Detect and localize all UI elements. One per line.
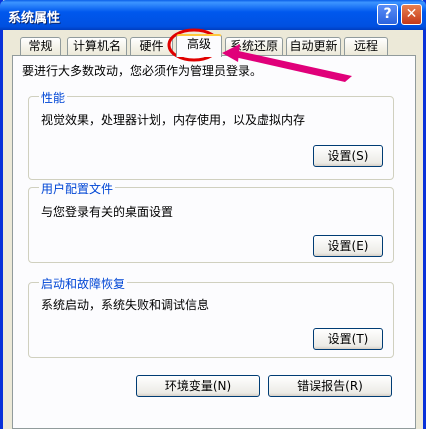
tab-advanced[interactable]: 高级 — [176, 34, 222, 57]
help-button[interactable]: ? — [377, 4, 398, 25]
admin-notice: 要进行大多数改动，您必须作为管理员登录。 — [22, 64, 263, 78]
startup-recovery-settings-button[interactable]: 设置(T) — [313, 328, 383, 350]
user-profiles-description: 与您登录有关的桌面设置 — [41, 205, 174, 219]
tab-automatic-updates[interactable]: 自动更新 — [286, 37, 341, 55]
performance-settings-button[interactable]: 设置(S) — [313, 145, 383, 167]
performance-description: 视觉效果，处理器计划，内存使用，以及虚拟内存 — [41, 113, 306, 127]
title-bar[interactable]: 系统属性 ? ✕ — [0, 0, 426, 30]
startup-recovery-legend: 启动和故障恢复 — [39, 275, 128, 292]
tab-general[interactable]: 常规 — [20, 37, 61, 55]
performance-group: 性能 视觉效果，处理器计划，内存使用，以及虚拟内存 — [28, 89, 394, 180]
error-reporting-button[interactable]: 错误报告(R) — [268, 375, 392, 397]
performance-legend: 性能 — [39, 89, 68, 106]
tab-system-restore[interactable]: 系统还原 — [225, 37, 283, 55]
tab-hardware[interactable]: 硬件 — [130, 37, 173, 55]
close-button[interactable]: ✕ — [401, 4, 422, 25]
user-profiles-legend: 用户配置文件 — [39, 180, 116, 197]
tab-remote[interactable]: 远程 — [344, 37, 388, 55]
startup-recovery-description: 系统启动，系统失败和调试信息 — [41, 298, 210, 312]
window-title: 系统属性 — [8, 11, 61, 26]
environment-variables-button[interactable]: 环境变量(N) — [136, 375, 260, 397]
user-profiles-settings-button[interactable]: 设置(E) — [313, 235, 383, 257]
tab-computer-name[interactable]: 计算机名 — [67, 37, 127, 55]
